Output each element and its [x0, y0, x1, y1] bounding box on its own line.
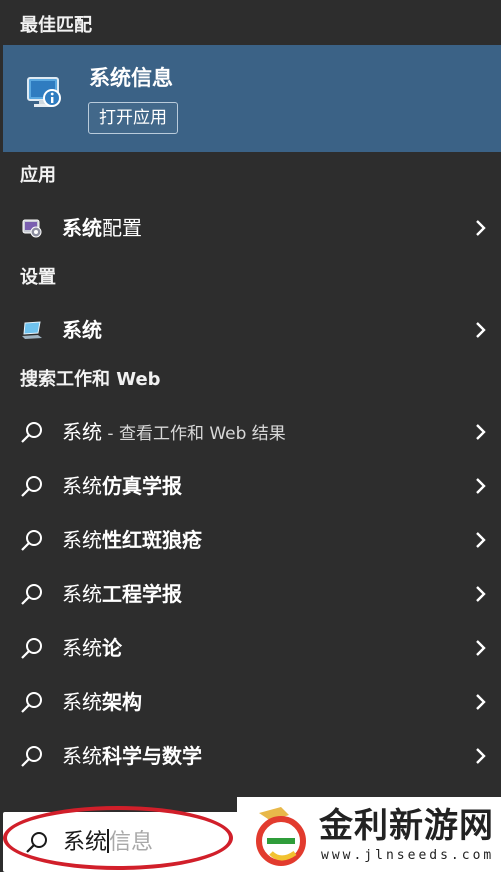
- watermark-logo-icon: [256, 807, 306, 866]
- search-icon: [21, 638, 42, 659]
- start-search-panel: 最佳匹配 系统信息 打开应用 应用 系统配置 设置 系统 搜索工作和 Web 系…: [0, 0, 501, 872]
- chevron-right-icon: [476, 694, 486, 710]
- search-icon: [21, 476, 42, 497]
- app-result-label: 系统配置: [62, 216, 142, 240]
- watermark-name: 金利新游网: [319, 806, 494, 846]
- web-result-row[interactable]: 系统科学与数学: [3, 731, 501, 781]
- chevron-right-icon: [476, 424, 486, 440]
- web-result-row[interactable]: 系统性红斑狼疮: [3, 515, 501, 565]
- search-box[interactable]: 系统信息: [3, 812, 243, 872]
- settings-result-system[interactable]: 系统: [3, 305, 501, 355]
- section-search-web: 搜索工作和 Web: [20, 369, 161, 390]
- search-icon: [21, 422, 42, 443]
- search-input[interactable]: 系统信息: [63, 829, 153, 857]
- web-result-label: 系统科学与数学: [62, 744, 202, 768]
- search-autocomplete-text: 信息: [109, 830, 154, 855]
- section-apps: 应用: [20, 165, 56, 186]
- chevron-right-icon: [476, 748, 486, 764]
- web-result-row[interactable]: 系统工程学报: [3, 569, 501, 619]
- chevron-right-icon: [476, 586, 486, 602]
- chevron-right-icon: [476, 220, 486, 236]
- web-result-label: 系统仿真学报: [62, 474, 182, 498]
- web-result-label: 系统论: [62, 636, 122, 660]
- search-icon: [21, 584, 42, 605]
- best-match-title: 系统信息: [89, 66, 173, 90]
- web-result-label: 系统 - 查看工作和 Web 结果: [62, 420, 286, 444]
- web-result-row[interactable]: 系统仿真学报: [3, 461, 501, 511]
- system-configuration-icon: [22, 219, 42, 238]
- section-settings: 设置: [20, 267, 56, 288]
- app-result-system-configuration[interactable]: 系统配置: [3, 203, 501, 253]
- chevron-right-icon: [476, 478, 486, 494]
- web-result-label: 系统工程学报: [62, 582, 182, 606]
- watermark: 金利新游网 www.jlnseeds.com: [237, 797, 501, 872]
- chevron-right-icon: [476, 640, 486, 656]
- best-match-result[interactable]: 系统信息 打开应用: [3, 45, 501, 152]
- search-typed-text: 系统: [63, 830, 108, 855]
- open-app-button[interactable]: 打开应用: [88, 102, 178, 134]
- section-best-match: 最佳匹配: [20, 15, 92, 36]
- search-icon: [21, 692, 42, 713]
- web-result-label: 系统架构: [62, 690, 142, 714]
- settings-result-label: 系统: [62, 318, 102, 342]
- web-result-row[interactable]: 系统 - 查看工作和 Web 结果: [3, 407, 501, 457]
- system-information-icon: [27, 77, 61, 107]
- web-result-row[interactable]: 系统架构: [3, 677, 501, 727]
- system-settings-laptop-icon: [22, 321, 42, 339]
- watermark-url: www.jlnseeds.com: [321, 848, 495, 863]
- search-icon: [26, 832, 47, 853]
- chevron-right-icon: [476, 322, 486, 338]
- web-result-label: 系统性红斑狼疮: [62, 528, 202, 552]
- search-icon: [21, 746, 42, 767]
- chevron-right-icon: [476, 532, 486, 548]
- search-icon: [21, 530, 42, 551]
- web-result-row[interactable]: 系统论: [3, 623, 501, 673]
